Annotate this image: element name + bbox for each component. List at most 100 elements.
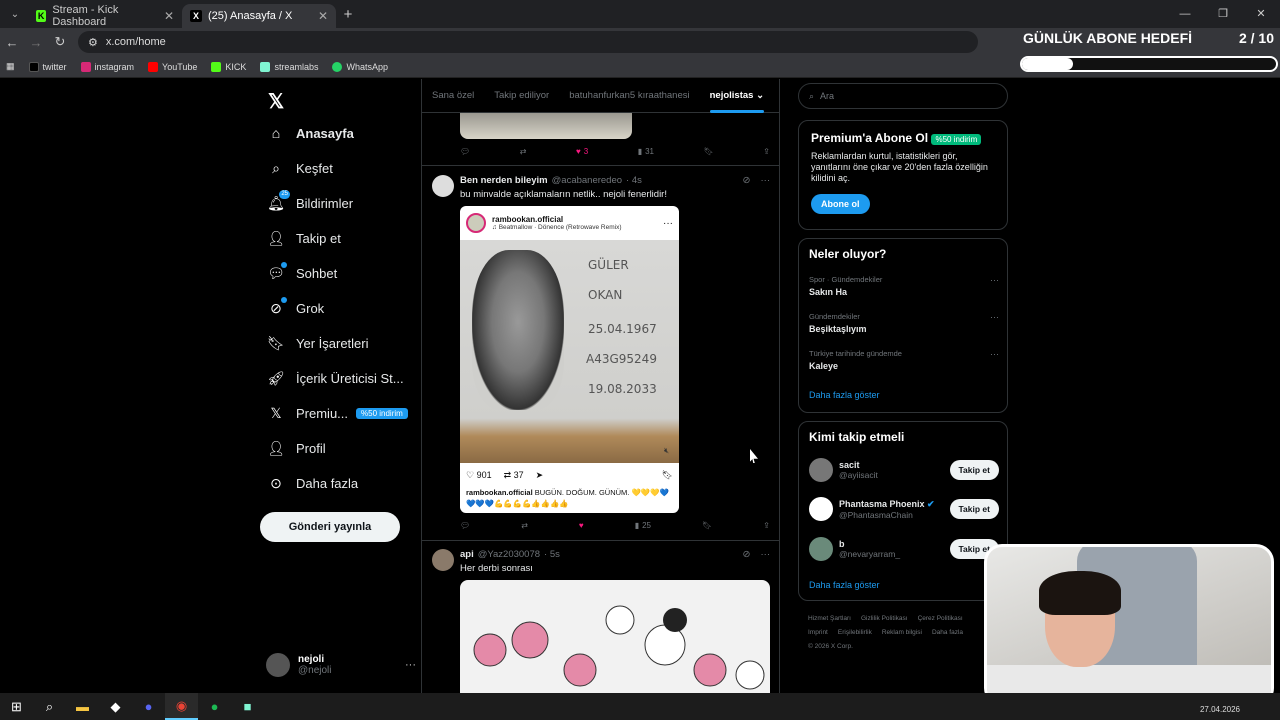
minimize-icon[interactable]: — [1166,0,1204,28]
footer-link[interactable]: Reklam bilgisi [882,629,922,636]
author-name[interactable]: Ben nerden bileyim [460,175,548,186]
tab-search-dropdown[interactable]: ⌄ [2,3,28,25]
bookmark-streamlabs[interactable]: streamlabs [260,61,318,72]
grok-icon[interactable]: ⊘ [743,175,751,186]
app-icon[interactable]: ◆ [99,693,132,720]
tab-for-you[interactable]: Sana özel [422,79,484,113]
subscribe-button[interactable]: Abone ol [811,194,870,214]
more-icon[interactable]: ··· [761,549,771,560]
footer-link[interactable]: Daha fazla [932,629,963,636]
more-icon[interactable]: ··· [990,349,999,359]
repost-icon[interactable]: ⇄ [520,147,527,156]
more-icon[interactable]: ··· [990,275,999,285]
forward-icon[interactable]: → [24,35,48,50]
more-icon[interactable]: ··· [405,659,416,671]
file-explorer-icon[interactable]: ▬ [66,693,99,720]
search-icon[interactable]: ⌕ [33,693,66,720]
more-icon[interactable]: ··· [761,175,771,186]
search-input[interactable]: ⌕ Ara [798,83,1008,109]
back-icon[interactable]: ← [0,35,24,50]
bookmark-icon[interactable]: 🔖︎ [704,147,714,156]
avatar[interactable] [432,175,454,197]
tweet-time[interactable]: · 5s [544,549,560,560]
views-button[interactable]: ▮ 31 [638,147,654,156]
nav-premium[interactable]: 𝕏 Premiu... %50 indirim [268,401,408,425]
account-switcher[interactable]: nejoli @nejoli ··· [266,653,416,677]
x-logo-icon[interactable]: 𝕏 [268,89,284,114]
tab-nejolistas[interactable]: nejolistas ⌄ [700,79,774,113]
follow-suggestion[interactable]: b @nevaryarram_ Takip et [809,535,999,563]
restore-icon[interactable]: ❐ [1204,0,1242,28]
follow-suggestion[interactable]: sacit @ayiisacit Takip et [809,456,999,484]
follow-button[interactable]: Takip et [949,460,999,480]
nav-notifications[interactable]: 🔔︎ 25 Bildirimler [267,190,353,215]
browser-tab-x[interactable]: X (25) Anasayfa / X ✕ [182,4,336,28]
bookmark-twitter[interactable]: twitter [28,61,67,72]
bookmark-instagram[interactable]: instagram [80,61,134,72]
footer-link[interactable]: Çerez Politikası [918,615,963,622]
nav-grok[interactable]: ⊘ Grok [268,296,324,320]
close-window-icon[interactable]: ✕ [1242,0,1280,28]
author-handle[interactable]: @acabaneredeo [552,175,622,186]
discord-icon[interactable]: ● [132,693,165,720]
reply-icon[interactable]: 💬︎ [460,521,470,530]
author-handle[interactable]: @Yaz2030078 [478,549,540,560]
nav-chat[interactable]: 💬︎ Sohbet [267,261,337,285]
like-button[interactable]: ♥ 3 [576,147,588,156]
nav-follow[interactable]: 👤︎ Takip et [267,226,341,250]
new-tab-button[interactable]: + [336,6,360,23]
trend-item[interactable]: Gündemdekiler Beşiktaşlıyım ··· [809,312,999,334]
streamlabs-icon[interactable]: ■ [231,693,264,720]
trend-item[interactable]: Türkiye tarihinde gündemde Kaleye ··· [809,349,999,371]
more-icon[interactable]: ··· [990,312,999,322]
previous-tweet-media[interactable] [460,113,632,139]
url-field[interactable]: ⚙ x.com/home [78,31,978,53]
apps-grid-icon[interactable]: ▦ [6,61,15,72]
tab-following[interactable]: Takip ediliyor [484,79,559,113]
instagram-embed[interactable]: rambookan.official ♫ Beatmallow · Dönenc… [460,206,679,513]
browser-tab-kick[interactable]: K Stream - Kick Dashboard ✕ [28,4,182,28]
grok-icon[interactable]: ⊘ [743,549,751,560]
footer-link[interactable]: Erişilebilirlik [838,629,872,636]
discount-badge: %50 indirim [931,134,982,145]
footer-link[interactable]: Gizlilik Politikası [861,615,908,622]
follow-button[interactable]: Takip et [949,499,999,519]
bookmark-whatsapp[interactable]: WhatsApp [332,61,388,72]
tab-list-kiraathanesi[interactable]: batuhanfurkan5 kıraathanesi [559,79,699,113]
close-tab-icon[interactable]: ✕ [164,9,174,23]
chrome-icon[interactable]: ◉ [165,693,198,720]
reply-icon[interactable]: 💬︎ [460,147,470,156]
footer-link[interactable]: Hizmet Şartları [808,615,851,622]
repost-icon[interactable]: ⇄ [521,521,528,530]
close-tab-icon[interactable]: ✕ [318,9,328,23]
like-button[interactable]: ♥ [579,521,584,530]
views-button[interactable]: ▮ 25 [635,521,651,530]
bookmark-icon[interactable]: 🔖︎ [702,521,712,530]
show-more-trends[interactable]: Daha fazla göster [809,390,880,400]
spotify-icon[interactable]: ● [198,693,231,720]
footer-link[interactable]: Imprint [808,629,828,636]
bookmark-kick[interactable]: KICK [211,61,246,72]
share-icon[interactable]: ⇪ [763,521,770,530]
site-info-icon[interactable]: ⚙ [88,36,98,49]
show-more-suggestions[interactable]: Daha fazla göster [809,580,880,590]
nav-bookmarks[interactable]: 🔖︎ Yer İşaretleri [267,331,368,355]
nav-more[interactable]: ⊙ Daha fazla [268,471,358,495]
author-name[interactable]: api [460,549,474,560]
nav-explore[interactable]: ⌕ Keşfet [268,156,333,180]
nav-profile[interactable]: 👤︎ Profil [267,436,326,460]
trend-item[interactable]: Spor · Gündemdekiler Sakın Ha ··· [809,275,999,297]
tweet-time[interactable]: · 4s [626,175,642,186]
trend-topic: Sakın Ha [809,287,848,297]
nav-home[interactable]: ⌂ Anasayfa [268,121,354,145]
tweet-media-cartoon[interactable] [460,580,770,693]
windows-start-icon[interactable]: ⊞ [0,693,33,720]
post-button[interactable]: Gönderi yayınla [260,512,400,542]
nav-creator-studio[interactable]: 🚀︎ İçerik Üreticisi St... [267,366,404,390]
caption-user: rambookan.official [466,488,533,497]
avatar[interactable] [432,549,454,571]
reload-icon[interactable]: ↻ [48,34,72,50]
bookmark-youtube[interactable]: YouTube [148,61,197,72]
follow-suggestion[interactable]: Phantasma Phoenix ✔ @PhantasmaChain Takip … [809,495,999,523]
share-icon[interactable]: ⇪ [763,147,770,156]
